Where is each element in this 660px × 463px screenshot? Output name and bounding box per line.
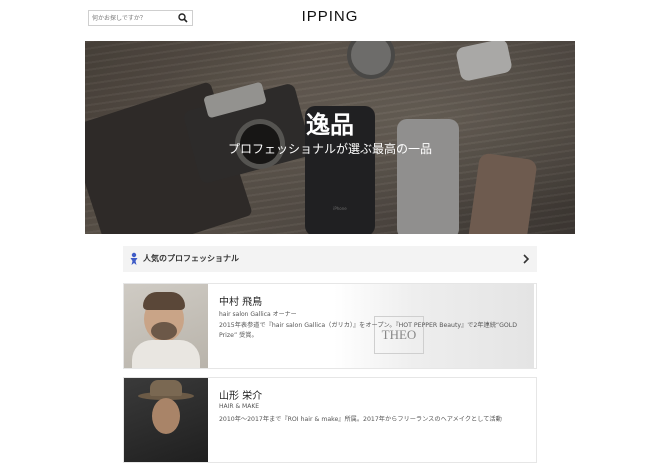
site-logo[interactable]: IPPING	[290, 8, 370, 25]
professional-role: HAIR & MAKE	[219, 403, 260, 410]
professional-card[interactable]: THEO 中村 飛鳥 hair salon Gallica オーナー 2015年…	[123, 283, 537, 369]
professional-photo	[124, 284, 208, 368]
section-title: 人気のプロフェッショナル	[143, 254, 239, 263]
hero-title: 逸品	[306, 111, 354, 139]
professional-description: 2015年表参道で『hair salon Gallica（ガリカ）』をオープン。…	[219, 322, 518, 339]
hero-subtitle: プロフェッショナルが選ぶ最高の一品	[227, 142, 432, 156]
professional-description: 2010年〜2017年まで『ROI hair & make』所属。2017年から…	[219, 416, 502, 423]
photo-hair	[143, 292, 185, 310]
professional-role: hair salon Gallica オーナー	[219, 311, 297, 318]
hero-banner: iPhone 逸品 プロフェッショナルが選ぶ最高の一品	[85, 41, 575, 234]
professional-name[interactable]: 中村 飛鳥	[219, 293, 262, 308]
search-box[interactable]	[88, 10, 193, 26]
professional-card[interactable]: 山形 栄介 HAIR & MAKE 2010年〜2017年まで『ROI hair…	[123, 377, 537, 463]
photo-shirt	[132, 340, 200, 368]
photo-head	[152, 398, 180, 434]
search-input[interactable]	[89, 12, 172, 24]
professional-name[interactable]: 山形 栄介	[219, 387, 262, 402]
photo-hat-crown	[150, 380, 182, 396]
chevron-right-icon[interactable]	[522, 254, 530, 264]
popular-professionals-header[interactable]: 人気のプロフェッショナル	[123, 246, 537, 272]
professional-photo	[124, 378, 208, 462]
photo-beard	[151, 322, 177, 340]
search-icon[interactable]	[178, 13, 188, 23]
person-icon	[130, 252, 138, 265]
